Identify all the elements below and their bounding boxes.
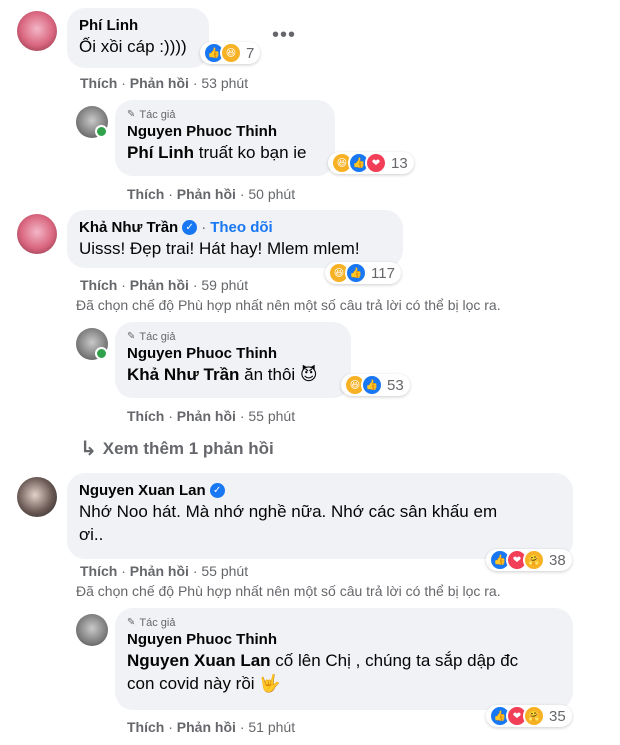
comment-time[interactable]: 55 phút	[248, 408, 295, 424]
reply-button[interactable]: Phản hồi	[177, 719, 236, 735]
comment-time[interactable]: 55 phút	[201, 563, 248, 579]
comment-bubble: Khả Như Trần ✓ · Theo dõi Uisss! Đẹp tra…	[67, 210, 403, 268]
comment-text: Uisss! Đẹp trai! Hát hay! Mlem mlem!	[79, 239, 360, 258]
reply-button[interactable]: Phản hồi	[130, 563, 189, 579]
reaction-summary[interactable]: 😆 👍 53	[341, 374, 410, 396]
reply-button[interactable]: Phản hồi	[177, 408, 236, 424]
reaction-summary[interactable]: 👍 😆 7	[200, 42, 261, 64]
reply-button[interactable]: Phản hồi	[177, 186, 236, 202]
comment-time[interactable]: 51 phút	[248, 719, 295, 735]
love-icon: ❤	[365, 152, 387, 174]
reaction-summary[interactable]: 😆 👍 117	[325, 262, 401, 284]
comment-actions: Thích · Phản hồi · 53 phút	[80, 75, 249, 91]
avatar[interactable]	[17, 11, 57, 51]
pen-icon: ✎	[127, 617, 136, 628]
comment-author[interactable]: Nguyen Phuoc Thinh	[127, 344, 339, 363]
comment-bubble: Nguyen Xuan Lan ✓ Nhớ Noo hát. Mà nhớ ng…	[67, 473, 573, 559]
comment-author: Nguyen Xuan Lan ✓	[79, 481, 561, 500]
comment-bubble: ✎ Tác giả Nguyen Phuoc Thinh Phí Linh tru…	[115, 100, 335, 176]
avatar[interactable]	[17, 477, 57, 517]
online-indicator	[95, 125, 108, 138]
comment-author[interactable]: Phí Linh	[79, 16, 197, 35]
author-badge: ✎ Tác giả	[127, 617, 176, 629]
reply-button[interactable]: Phản hồi	[130, 75, 189, 91]
reaction-count: 117	[371, 264, 395, 282]
comment-text: Nguyen Xuan Lan cố lên Chị , chúng ta sắ…	[127, 651, 519, 693]
haha-icon: 😆	[220, 42, 242, 64]
verified-icon: ✓	[182, 220, 198, 235]
comment-text: Phí Linh truất ko bạn ie	[127, 143, 307, 162]
mention-link[interactable]: Phí Linh	[127, 143, 194, 162]
comment-actions: Thích · Phản hồi · 55 phút	[80, 563, 249, 579]
comment-time[interactable]: 50 phút	[248, 186, 295, 202]
comment-time[interactable]: 53 phút	[201, 75, 248, 91]
view-more-replies-button[interactable]: ↳ Xem thêm 1 phản hồi	[80, 436, 274, 461]
reaction-count: 13	[391, 154, 408, 172]
filter-notice: Đã chọn chế độ Phù hợp nhất nên một số c…	[76, 297, 501, 313]
reaction-summary[interactable]: 😆 👍 ❤ 13	[328, 152, 414, 174]
comment-actions: Thích · Phản hồi · 51 phút	[127, 719, 296, 735]
reaction-summary[interactable]: 👍 ❤ 🤗 38	[486, 549, 572, 571]
comment-author: Khả Như Trần ✓ · Theo dõi	[79, 218, 273, 237]
like-button[interactable]: Thích	[80, 277, 117, 293]
reply-button[interactable]: Phản hồi	[130, 277, 189, 293]
reaction-count: 35	[549, 707, 566, 725]
like-button[interactable]: Thích	[80, 75, 117, 91]
reaction-count: 7	[246, 44, 255, 62]
avatar[interactable]	[76, 614, 108, 646]
author-badge: ✎ Tác giả	[127, 331, 176, 343]
comment-bubble: Phí Linh Ối xồi cáp :))))	[67, 8, 209, 68]
like-icon: 👍	[345, 262, 367, 284]
care-icon: 🤗	[523, 549, 545, 571]
reaction-count: 38	[549, 551, 566, 569]
like-icon: 👍	[361, 374, 383, 396]
online-indicator	[95, 347, 108, 360]
comment-actions: Thích · Phản hồi · 59 phút	[80, 277, 249, 293]
filter-notice: Đã chọn chế độ Phù hợp nhất nên một số c…	[76, 583, 501, 599]
mention-link[interactable]: Khả Như Trần	[127, 365, 239, 384]
mention-link[interactable]: Nguyen Xuan Lan	[127, 651, 271, 670]
pen-icon: ✎	[127, 109, 136, 120]
like-button[interactable]: Thích	[127, 719, 164, 735]
like-button[interactable]: Thích	[127, 408, 164, 424]
care-icon: 🤗	[523, 705, 545, 727]
comment-bubble: ✎ Tác giả Nguyen Phuoc Thinh Nguyen Xuan …	[115, 608, 573, 710]
comment-author[interactable]: Nguyen Phuoc Thinh	[127, 630, 561, 649]
like-button[interactable]: Thích	[80, 563, 117, 579]
reaction-summary[interactable]: 👍 ❤ 🤗 35	[486, 705, 572, 727]
avatar[interactable]	[17, 214, 57, 254]
comment-text: Khả Như Trần ăn thôi 😈	[127, 365, 318, 384]
comment-actions: Thích · Phản hồi · 55 phút	[127, 408, 296, 424]
reaction-count: 53	[387, 376, 404, 394]
reply-arrow-icon: ↳	[80, 438, 97, 460]
verified-icon: ✓	[209, 483, 225, 498]
follow-button[interactable]: Theo dõi	[210, 218, 273, 237]
like-button[interactable]: Thích	[127, 186, 164, 202]
pen-icon: ✎	[127, 331, 136, 342]
comment-actions: Thích · Phản hồi · 50 phút	[127, 186, 296, 202]
comment-text: Nhớ Noo hát. Mà nhớ nghề nữa. Nhớ các sâ…	[79, 502, 498, 544]
author-badge: ✎ Tác giả	[127, 109, 176, 121]
more-options-icon[interactable]: •••	[272, 24, 296, 47]
comment-text: Ối xồi cáp :))))	[79, 37, 187, 56]
comment-bubble: ✎ Tác giả Nguyen Phuoc Thinh Khả Như Trần…	[115, 322, 351, 398]
comment-author[interactable]: Nguyen Phuoc Thinh	[127, 122, 323, 141]
comment-time[interactable]: 59 phút	[201, 277, 248, 293]
